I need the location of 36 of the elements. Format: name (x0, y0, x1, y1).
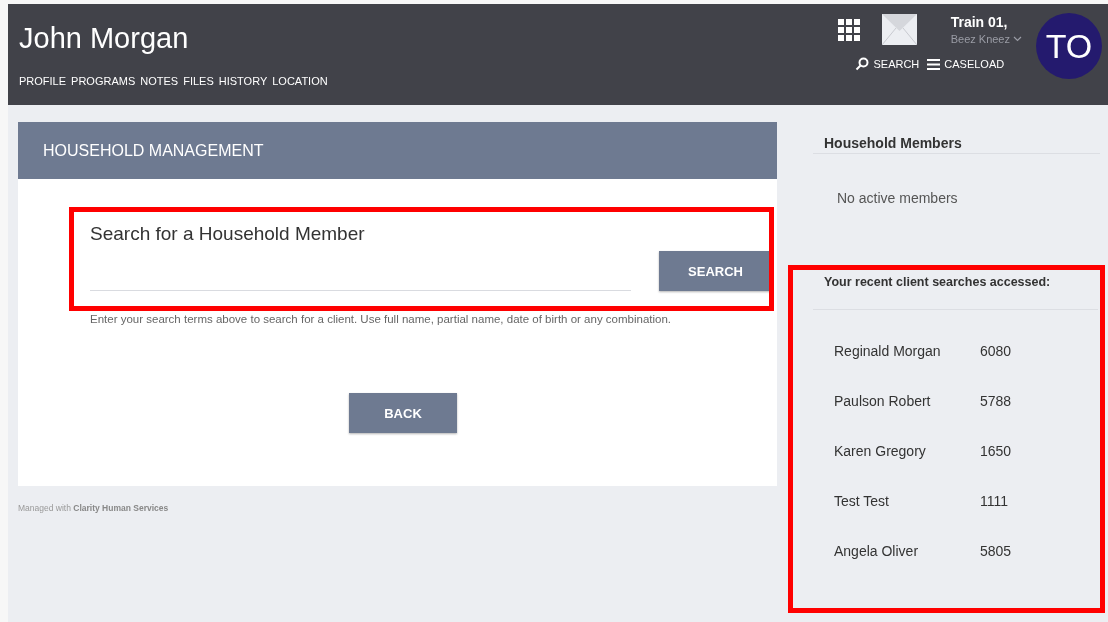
client-name-link[interactable]: Test Test (834, 493, 980, 509)
footer-text: Managed with Clarity Human Services (18, 503, 170, 513)
client-id: 6080 (980, 343, 1012, 359)
client-name: John Morgan (19, 22, 190, 55)
user-name: Train 01, (950, 14, 1009, 30)
agency-name[interactable]: Beez Kneez (950, 33, 1010, 45)
client-name-link[interactable]: Angela Oliver (834, 543, 980, 559)
nav-link[interactable]: LOCATION (272, 75, 328, 87)
search-link[interactable]: SEARCH (855, 57, 920, 71)
search-icon (855, 57, 870, 71)
client-name-link[interactable]: Paulson Robert (834, 393, 980, 409)
panel-header: HOUSEHOLD MANAGEMENT (18, 122, 777, 179)
nav-link[interactable]: PROGRAMS (71, 75, 136, 87)
client-id: 5788 (980, 393, 1012, 409)
client-name-link[interactable]: Reginald Morgan (834, 343, 980, 359)
nav-link[interactable]: PROFILE (19, 75, 67, 87)
help-text: Enter your search terms above to search for a client. Use full name, partial name, date of birth or any combination. (90, 313, 673, 325)
back-button[interactable]: BACK (349, 393, 457, 433)
recent-title: Your recent client searches accessed: (813, 246, 1098, 310)
menu-link[interactable]: CASELOAD (927, 58, 1005, 70)
chevron-down-icon[interactable] (1013, 36, 1022, 42)
user-avatar[interactable]: TO (1036, 13, 1102, 79)
envelope-icon[interactable] (881, 14, 917, 45)
nav-link[interactable]: NOTES (140, 75, 179, 87)
client-id: 1111 (980, 493, 1009, 509)
nav-link[interactable]: HISTORY (218, 75, 268, 87)
apps-grid-icon[interactable] (837, 18, 860, 41)
search-heading: Search for a Household Member (90, 223, 366, 245)
menu-icon (927, 58, 941, 70)
empty-message: No active members (836, 189, 959, 208)
client-id: 5805 (980, 543, 1012, 559)
client-id: 1650 (980, 443, 1012, 459)
client-name-link[interactable]: Karen Gregory (834, 443, 980, 459)
search-button[interactable]: SEARCH (659, 251, 772, 291)
nav-link[interactable]: FILES (183, 75, 214, 87)
members-title: Household Members (813, 105, 1100, 154)
